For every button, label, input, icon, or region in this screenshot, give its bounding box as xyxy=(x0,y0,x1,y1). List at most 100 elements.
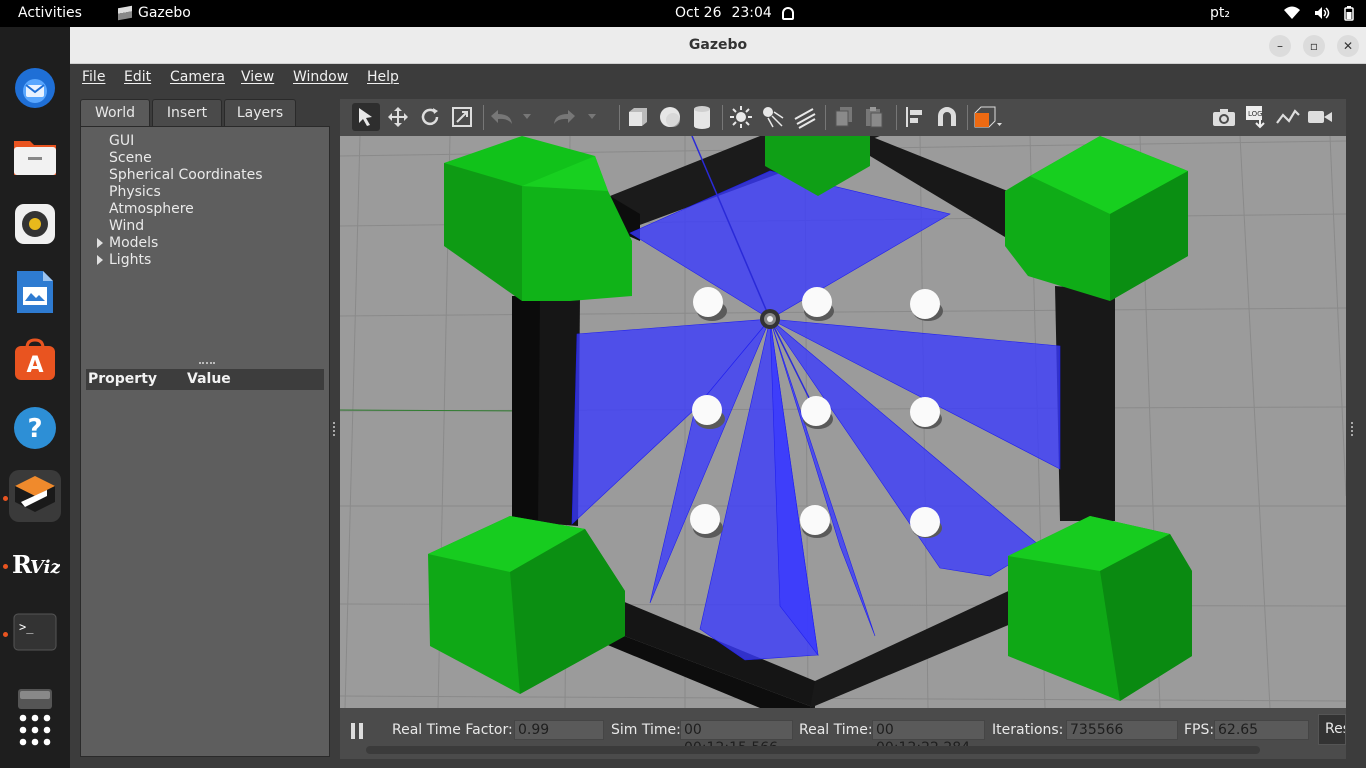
iterations-value: 735566 xyxy=(1066,720,1178,740)
scale-mode-icon[interactable] xyxy=(448,103,476,131)
value-column-header: Value xyxy=(187,371,231,387)
tree-item-atmosphere[interactable]: Atmosphere xyxy=(109,201,194,217)
wifi-icon xyxy=(1284,6,1300,19)
fps-value: 62.65 xyxy=(1214,720,1309,740)
tab-insert[interactable]: Insert xyxy=(152,99,222,126)
menu-help[interactable]: Help xyxy=(367,69,399,85)
tab-world[interactable]: World xyxy=(80,99,150,126)
sphere-shape-icon[interactable] xyxy=(656,103,684,131)
snap-icon[interactable] xyxy=(933,103,961,131)
toolbar-separator xyxy=(896,105,897,130)
record-video-icon[interactable] xyxy=(1306,103,1334,131)
dock: A ? R Viz >_ xyxy=(0,27,70,768)
align-icon[interactable] xyxy=(901,103,929,131)
tab-layers[interactable]: Layers xyxy=(224,99,296,126)
tree-item-wind[interactable]: Wind xyxy=(109,218,144,234)
libreoffice-writer-icon[interactable] xyxy=(9,266,61,318)
undo-icon[interactable] xyxy=(488,103,516,131)
app-menu[interactable]: Gazebo xyxy=(118,5,191,21)
cylinder-shape-icon[interactable] xyxy=(688,103,716,131)
clock-time: 23:04 xyxy=(731,5,772,21)
scene-pane: LOG Real Time Factor: 0.99 Sim Time: 00 … xyxy=(340,99,1346,759)
menu-camera[interactable]: Camera xyxy=(170,69,225,85)
directional-light-icon[interactable] xyxy=(791,103,819,131)
menu-window[interactable]: Window xyxy=(293,69,348,85)
robot xyxy=(760,309,780,329)
minimize-button[interactable]: – xyxy=(1269,35,1291,57)
select-mode-icon[interactable] xyxy=(352,103,380,131)
toolbar-separator xyxy=(619,105,620,130)
toolbar: LOG xyxy=(340,99,1346,136)
title-bar[interactable]: Gazebo – ▫ ✕ xyxy=(70,27,1366,64)
redo-icon[interactable] xyxy=(550,103,578,131)
undo-history-icon[interactable] xyxy=(520,103,534,131)
clock[interactable]: Oct 26 23:04 xyxy=(675,5,794,21)
copy-icon[interactable] xyxy=(830,103,858,131)
menu-edit[interactable]: Edit xyxy=(124,69,151,85)
spot-light-icon[interactable] xyxy=(759,103,787,131)
view-angle-icon[interactable] xyxy=(972,103,1004,131)
terminal-icon[interactable]: >_ xyxy=(9,606,61,658)
scene-viewport[interactable] xyxy=(340,136,1346,708)
property-column-header: Property xyxy=(88,371,158,387)
toolbar-separator xyxy=(825,105,826,130)
world-tree: GUI Scene Spherical Coordinates Physics … xyxy=(80,126,330,757)
thunderbird-icon[interactable] xyxy=(9,62,61,114)
log-icon[interactable]: LOG xyxy=(1242,103,1270,131)
splitter-handle[interactable] xyxy=(199,362,215,364)
horizontal-scrollbar[interactable] xyxy=(366,746,1260,754)
running-indicator xyxy=(3,564,8,569)
tree-item-gui[interactable]: GUI xyxy=(109,133,134,149)
tree-item-scene[interactable]: Scene xyxy=(109,150,152,166)
bell-icon xyxy=(781,6,794,20)
expand-arrow-icon[interactable] xyxy=(97,238,103,248)
left-collapse-handle[interactable] xyxy=(333,422,337,436)
real-time-label: Real Time: xyxy=(799,722,873,738)
rotate-mode-icon[interactable] xyxy=(416,103,444,131)
menu-view[interactable]: View xyxy=(241,69,274,85)
maximize-button[interactable]: ▫ xyxy=(1303,35,1325,57)
screenshot-icon[interactable] xyxy=(1210,103,1238,131)
rviz-icon[interactable]: R Viz xyxy=(9,538,61,590)
paste-icon[interactable] xyxy=(860,103,888,131)
left-panel: World Insert Layers GUI Scene Spherical … xyxy=(80,99,330,759)
files-icon[interactable] xyxy=(9,130,61,182)
tree-item-spherical-coordinates[interactable]: Spherical Coordinates xyxy=(109,167,263,183)
right-collapse-handle[interactable] xyxy=(1351,422,1355,436)
reset-time-button[interactable]: Reset xyxy=(1318,714,1346,745)
translate-mode-icon[interactable] xyxy=(384,103,412,131)
svg-text:Viz: Viz xyxy=(30,557,60,578)
plot-icon[interactable] xyxy=(1274,103,1302,131)
clock-date: Oct 26 xyxy=(675,5,722,21)
svg-text:A: A xyxy=(26,353,43,378)
help-icon[interactable]: ? xyxy=(9,402,61,454)
menu-file[interactable]: File xyxy=(82,69,105,85)
app-center-icon[interactable]: A xyxy=(9,334,61,386)
iterations-label: Iterations: xyxy=(992,722,1064,738)
tree-item-lights[interactable]: Lights xyxy=(109,252,151,268)
app-menu-label: Gazebo xyxy=(138,5,191,21)
point-light-icon[interactable] xyxy=(727,103,755,131)
tree-item-models[interactable]: Models xyxy=(109,235,158,251)
svg-text:>_: >_ xyxy=(19,620,34,634)
pause-icon[interactable] xyxy=(350,722,364,740)
window-title: Gazebo xyxy=(688,37,748,53)
toolbar-separator xyxy=(483,105,484,130)
redo-history-icon[interactable] xyxy=(585,103,599,131)
input-method-indicator[interactable]: pt₂ xyxy=(1210,5,1230,21)
rhythmbox-icon[interactable] xyxy=(9,198,61,250)
system-tray[interactable]: pt₂ xyxy=(1210,5,1354,21)
show-apps-icon[interactable] xyxy=(9,704,61,756)
status-bar: Real Time Factor: 0.99 Sim Time: 00 00:1… xyxy=(340,708,1346,759)
close-button[interactable]: ✕ xyxy=(1337,35,1359,57)
gazebo-window: Gazebo – ▫ ✕ File Edit Camera View Windo… xyxy=(70,27,1366,768)
gazebo-icon[interactable] xyxy=(9,470,61,522)
expand-arrow-icon[interactable] xyxy=(97,255,103,265)
volume-icon xyxy=(1315,7,1330,19)
tree-item-physics[interactable]: Physics xyxy=(109,184,161,200)
toolbar-separator xyxy=(967,105,968,130)
running-indicator xyxy=(3,632,8,637)
sim-time-value: 00 00:12:15.566 xyxy=(680,720,793,756)
box-shape-icon[interactable] xyxy=(624,103,652,131)
activities-button[interactable]: Activities xyxy=(18,5,82,21)
